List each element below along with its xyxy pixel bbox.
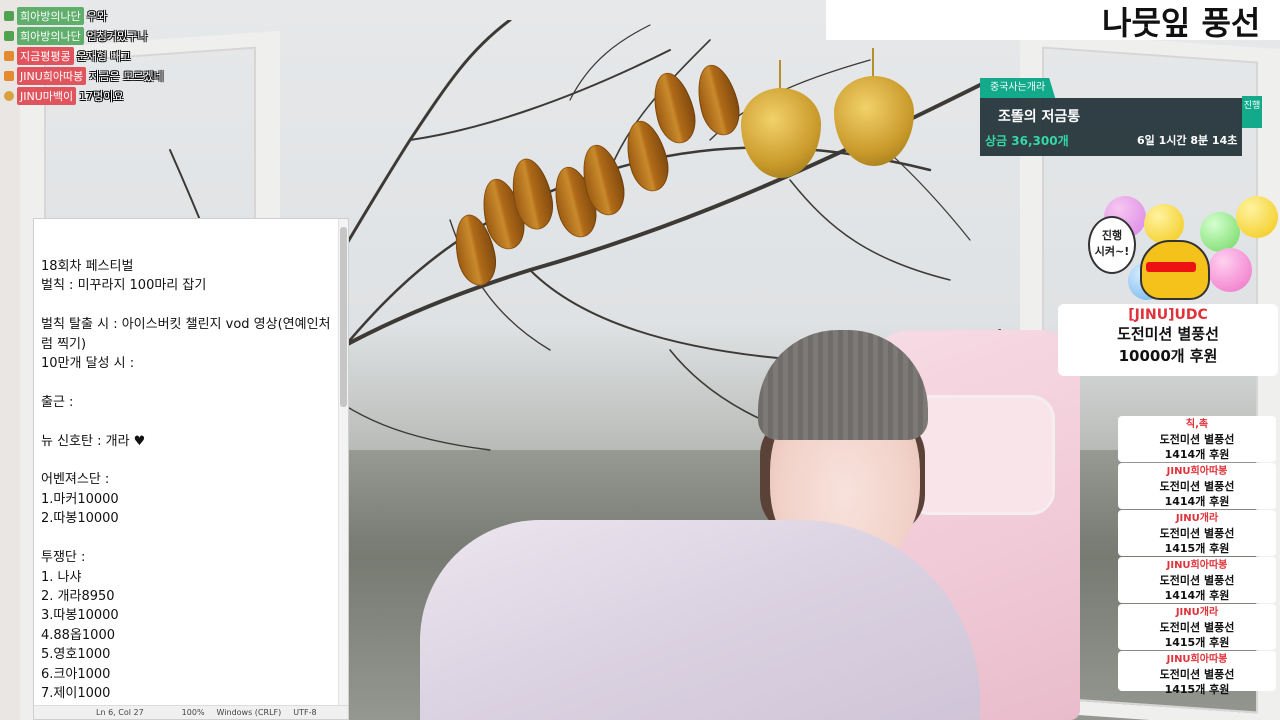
chat-text: 운재형 빼고 xyxy=(76,50,131,63)
manager-badge-icon xyxy=(4,11,14,21)
donor-name: JINU희아따봉 xyxy=(1166,654,1228,665)
donation-line1: 도전미션 별풍선 xyxy=(1159,433,1235,446)
marquee-banner: 나뭇잎 풍선 xyxy=(826,0,1280,40)
donation-popup: [JINU]UDC 도전미션 별풍선 10000개 후원 xyxy=(1058,304,1278,376)
challenge-body: 조똘의 저금통 상금 36,300개 6일 1시간 8분 14초 xyxy=(980,98,1242,156)
donation-line1: 도전미션 별풍선 xyxy=(1159,621,1235,634)
donation-line1: 도전미션 별풍선 xyxy=(1159,480,1235,493)
chat-message: JINU마백이 17명이요 xyxy=(0,86,260,106)
challenge-prize: 상금 36,300개 xyxy=(985,134,1069,148)
chat-text: 17명이요 xyxy=(79,90,124,103)
challenge-mission-card: 중국사는개라 조똘의 저금통 상금 36,300개 6일 1시간 8분 14초 … xyxy=(980,78,1262,158)
lavender-blanket xyxy=(420,520,980,720)
mascot-speech-text: 진행 시켜~! xyxy=(1094,229,1130,258)
donation-line2: 1415개 후원 xyxy=(1164,683,1230,696)
manager-badge-icon xyxy=(4,31,14,41)
donation-line1: 도전미션 별풍선 xyxy=(1159,574,1235,587)
banner-text: 나뭇잎 풍선 xyxy=(1102,4,1261,40)
notepad-window[interactable]: 18회차 페스티벌 벌칙 : 미꾸라지 100마리 잡기 벌칙 탈출 시 : 아… xyxy=(33,218,349,720)
chat-message: 희아방의나단 엄청커있구나 xyxy=(0,26,260,46)
donor-name: [JINU]UDC xyxy=(1128,307,1208,323)
donor-name: JINU개라 xyxy=(1175,607,1219,618)
challenge-status-badge: 진행 xyxy=(1242,96,1262,128)
status-line-ending: Windows (CRLF) xyxy=(216,708,282,717)
challenge-timer: 6일 1시간 8분 14초 xyxy=(1137,134,1238,147)
chat-username[interactable]: JINU마백이 xyxy=(17,87,77,105)
chat-message: 지금평평콩 운재형 빼고 xyxy=(0,46,260,66)
donor-name: 칙,촉 xyxy=(1185,419,1209,430)
chat-message: JINU희아따봉 지금은 모르겠네 xyxy=(0,66,260,86)
chat-username[interactable]: JINU희아따봉 xyxy=(17,67,87,85)
notepad-scrollbar[interactable] xyxy=(338,219,348,709)
donation-line1: 도전미션 별풍선 xyxy=(1159,527,1235,540)
fan-badge-icon xyxy=(4,91,14,101)
donor-name: JINU희아따봉 xyxy=(1166,466,1228,477)
donation-list: 칙,촉 도전미션 별풍선 1414개 후원 JINU희아따봉 도전미션 별풍선 … xyxy=(1118,416,1276,696)
donor-name: JINU희아따봉 xyxy=(1166,560,1228,571)
status-cursor-position: Ln 6, Col 27 xyxy=(96,708,144,717)
donation-item: JINU개라 도전미션 별풍선 1415개 후원 xyxy=(1118,604,1276,650)
chat-text: 지금은 모르겠네 xyxy=(89,70,164,83)
chat-text: 엄청커있구나 xyxy=(86,30,148,43)
balloon-icon xyxy=(1236,196,1278,238)
donation-line2: 1414개 후원 xyxy=(1164,495,1230,508)
donation-line1: 도전미션 별풍선 xyxy=(1117,325,1219,343)
chat-username[interactable]: 희아방의나단 xyxy=(17,7,84,25)
donation-line2: 1414개 후원 xyxy=(1164,589,1230,602)
fan-badge-icon xyxy=(4,71,14,81)
donation-line1: 도전미션 별풍선 xyxy=(1159,668,1235,681)
donation-line2: 1415개 후원 xyxy=(1164,542,1230,555)
donation-item: JINU희아따봉 도전미션 별풍선 1414개 후원 xyxy=(1118,463,1276,509)
chat-overlay: 희아방의나단 우와 희아방의나단 엄청커있구나 지금평평콩 운재형 빼고 JIN… xyxy=(0,6,260,106)
mascot-sunglasses-icon xyxy=(1146,262,1196,272)
donation-line2: 1414개 후원 xyxy=(1164,448,1230,461)
chat-username[interactable]: 지금평평콩 xyxy=(17,47,74,65)
chat-message: 희아방의나단 우와 xyxy=(0,6,260,26)
donation-line2: 1415개 후원 xyxy=(1164,636,1230,649)
donation-item: JINU희아따봉 도전미션 별풍선 1414개 후원 xyxy=(1118,557,1276,603)
challenge-title: 조똘의 저금통 xyxy=(998,109,1081,125)
status-encoding: UTF-8 xyxy=(293,708,317,717)
balloon-icon xyxy=(1208,248,1252,292)
status-zoom: 100% xyxy=(181,708,205,717)
balloon-icon xyxy=(1144,204,1184,244)
donation-item: JINU개라 도전미션 별풍선 1415개 후원 xyxy=(1118,510,1276,556)
notepad-text-area[interactable]: 18회차 페스티벌 벌칙 : 미꾸라지 100마리 잡기 벌칙 탈출 시 : 아… xyxy=(41,257,336,703)
donation-item: JINU희아따봉 도전미션 별풍선 1415개 후원 xyxy=(1118,651,1276,696)
donation-line2: 10000개 후원 xyxy=(1118,347,1218,365)
fan-badge-icon xyxy=(4,51,14,61)
chat-text: 우와 xyxy=(86,10,107,23)
donor-name: JINU개라 xyxy=(1175,513,1219,524)
challenge-sponsor-tag: 중국사는개라 xyxy=(980,78,1056,98)
notepad-status-bar: Ln 6, Col 27 100% Windows (CRLF) UTF-8 xyxy=(34,705,348,719)
mascot-speech-bubble: 진행 시켜~! xyxy=(1088,216,1136,274)
balloon-icon xyxy=(1200,212,1240,252)
notepad-scroll-thumb[interactable] xyxy=(340,227,347,407)
chat-username[interactable]: 희아방의나단 xyxy=(17,27,84,45)
donation-item: 칙,촉 도전미션 별풍선 1414개 후원 xyxy=(1118,416,1276,462)
